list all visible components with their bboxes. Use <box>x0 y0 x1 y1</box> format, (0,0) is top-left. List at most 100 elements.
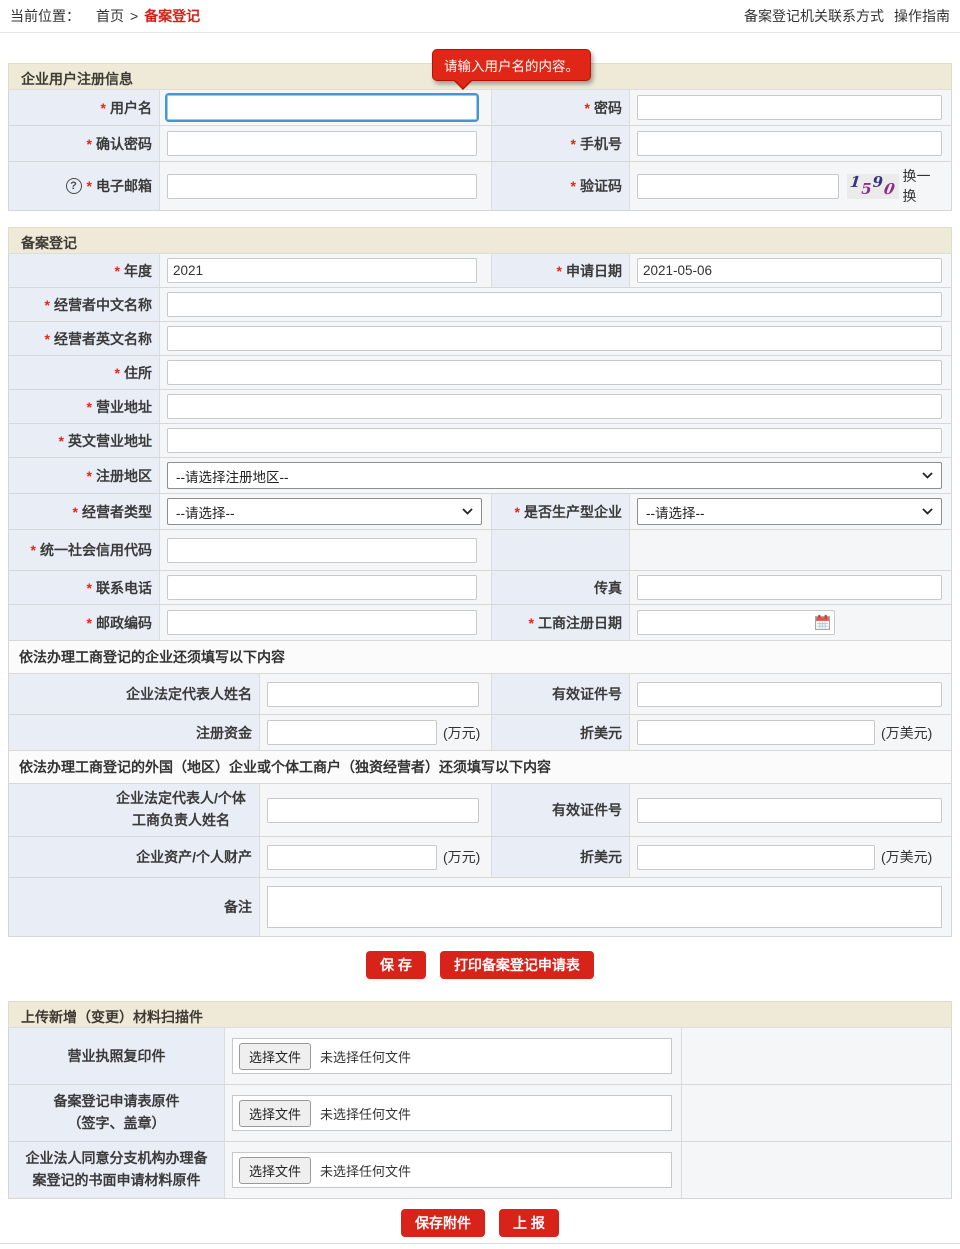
assets-usd-cell: (万美元) <box>629 837 951 877</box>
year-input[interactable] <box>167 258 477 283</box>
is-manufacturer-label: * 是否生产型企业 <box>491 494 629 529</box>
foreign-id-input[interactable] <box>637 798 942 823</box>
password-input[interactable] <box>637 95 942 120</box>
row-en-name: * 经营者英文名称 <box>9 321 951 355</box>
operator-type-cell: --请选择-- <box>159 494 491 529</box>
password-label: * 密码 <box>491 90 629 125</box>
operator-type-select[interactable]: --请选择-- <box>167 498 482 525</box>
assets-input[interactable] <box>267 845 437 870</box>
save-attachment-button[interactable]: 保存附件 <box>401 1209 485 1237</box>
apply-date-input[interactable] <box>637 258 942 283</box>
id-number-input[interactable] <box>637 682 942 707</box>
email-input[interactable] <box>167 174 477 199</box>
is-manufacturer-select[interactable]: --请选择-- <box>637 498 942 525</box>
credit-code-spacer-label <box>491 530 629 570</box>
choose-file-button[interactable]: 选择文件 <box>239 1100 311 1127</box>
phone-input[interactable] <box>167 575 477 600</box>
foreign-rep-label: 企业法定代表人/个体工商负责人姓名 <box>9 784 259 836</box>
register-date-input[interactable] <box>637 610 835 635</box>
postcode-input[interactable] <box>167 610 477 635</box>
en-business-address-input[interactable] <box>167 428 942 453</box>
row-foreign-note: 依法办理工商登记的外国（地区）企业或个体工商户（独资经营者）还须填写以下内容 <box>9 750 951 783</box>
remark-label: 备注 <box>9 878 259 936</box>
row-cn-name: * 经营者中文名称 <box>9 287 951 321</box>
save-button[interactable]: 保 存 <box>366 951 426 979</box>
row-en-business-address: * 英文营业地址 <box>9 423 951 457</box>
credit-code-input[interactable] <box>167 538 477 563</box>
cn-name-cell <box>159 288 951 321</box>
row-application-original: 备案登记申请表原件（签字、盖章） 选择文件 未选择任何文件 <box>9 1084 951 1141</box>
print-application-button[interactable]: 打印备案登记申请表 <box>440 951 594 979</box>
row-register-region: * 注册地区 --请选择注册地区-- <box>9 457 951 493</box>
assets-cell: (万元) <box>259 837 491 877</box>
confirm-password-label: * 确认密码 <box>9 126 159 161</box>
row-confirm-mobile: * 确认密码 * 手机号 <box>9 125 951 161</box>
breadcrumb-separator: > <box>130 8 138 24</box>
tooltip-text: 请输入用户名的内容。 <box>444 59 579 74</box>
help-question-icon[interactable]: ? <box>66 178 82 194</box>
captcha-refresh-link[interactable]: 换一换 <box>903 166 945 206</box>
usd-equiv-input[interactable] <box>637 720 875 745</box>
assets-usd-input[interactable] <box>637 845 875 870</box>
usd-equiv-unit: (万美元) <box>881 723 932 743</box>
credit-code-cell <box>159 530 491 570</box>
registered-capital-label: 注册资金 <box>9 715 259 750</box>
legal-rep-cell <box>259 674 491 714</box>
captcha-input[interactable] <box>637 174 839 199</box>
confirm-password-cell <box>159 126 491 161</box>
en-name-cell <box>159 322 951 355</box>
foreign-rep-input[interactable] <box>267 798 479 823</box>
row-residence: * 住所 <box>9 355 951 389</box>
mobile-input[interactable] <box>637 131 942 156</box>
calendar-icon[interactable] <box>814 614 831 631</box>
upload-table: 营业执照复印件 选择文件 未选择任何文件 备案登记申请表原件（签字、盖章） 选择… <box>8 1028 952 1199</box>
username-input[interactable] <box>167 95 477 120</box>
foreign-rep-cell <box>259 784 491 836</box>
cn-name-input[interactable] <box>167 292 942 317</box>
email-label: ? * 电子邮箱 <box>9 162 159 210</box>
row-assets-usd: 企业资产/个人财产 (万元) 折美元 (万美元) <box>9 836 951 877</box>
row-postcode-regdate: * 邮政编码 * 工商注册日期 <box>9 604 951 640</box>
residence-cell <box>159 356 951 389</box>
fax-input[interactable] <box>637 575 942 600</box>
legal-rep-label: 企业法定代表人姓名 <box>9 674 259 714</box>
legal-rep-input[interactable] <box>267 682 479 707</box>
business-license-label: 营业执照复印件 <box>9 1028 224 1084</box>
residence-label: * 住所 <box>9 356 159 389</box>
assets-usd-unit: (万美元) <box>881 847 932 867</box>
filing-actions: 保 存 打印备案登记申请表 <box>0 951 960 979</box>
phone-cell <box>159 571 491 604</box>
operation-guide-link[interactable]: 操作指南 <box>894 6 950 26</box>
residence-input[interactable] <box>167 360 942 385</box>
upload-actions: 保存附件 上 报 <box>0 1209 960 1237</box>
choose-file-button[interactable]: 选择文件 <box>239 1043 311 1070</box>
register-region-cell: --请选择注册地区-- <box>159 458 951 493</box>
username-validation-tooltip: 请输入用户名的内容。 <box>432 49 591 81</box>
credit-code-spacer-field <box>629 530 951 570</box>
row-foreignrep-id: 企业法定代表人/个体工商负责人姓名 有效证件号 <box>9 783 951 836</box>
confirm-password-input[interactable] <box>167 131 477 156</box>
postcode-label: * 邮政编码 <box>9 605 159 640</box>
domestic-note-text: 依法办理工商登记的企业还须填写以下内容 <box>9 641 951 673</box>
submit-button[interactable]: 上 报 <box>499 1209 559 1237</box>
breadcrumb-home-link[interactable]: 首页 <box>96 6 124 26</box>
business-address-input[interactable] <box>167 394 942 419</box>
row-business-license: 营业执照复印件 选择文件 未选择任何文件 <box>9 1028 951 1084</box>
contact-info-link[interactable]: 备案登记机关联系方式 <box>744 6 884 26</box>
business-license-file-cell: 选择文件 未选择任何文件 <box>224 1028 681 1084</box>
upload-section: 上传新增（变更）材料扫描件 营业执照复印件 选择文件 未选择任何文件 备案登记申… <box>8 1001 952 1199</box>
en-name-input[interactable] <box>167 326 942 351</box>
register-region-select[interactable]: --请选择注册地区-- <box>167 462 942 489</box>
branch-consent-extra-cell <box>681 1142 951 1198</box>
remark-cell <box>259 878 951 936</box>
row-email-captcha: ? * 电子邮箱 * 验证码 1 5 9 0 换一换 <box>9 161 951 210</box>
assets-unit: (万元) <box>443 847 480 867</box>
registered-capital-input[interactable] <box>267 720 437 745</box>
id-number-cell <box>629 674 951 714</box>
file-status-text: 未选择任何文件 <box>320 1104 411 1123</box>
captcha-image[interactable]: 1 5 9 0 <box>847 174 899 199</box>
remark-textarea[interactable] <box>267 886 942 928</box>
mobile-cell <box>629 126 951 161</box>
choose-file-button[interactable]: 选择文件 <box>239 1157 311 1184</box>
application-original-extra-cell <box>681 1085 951 1141</box>
